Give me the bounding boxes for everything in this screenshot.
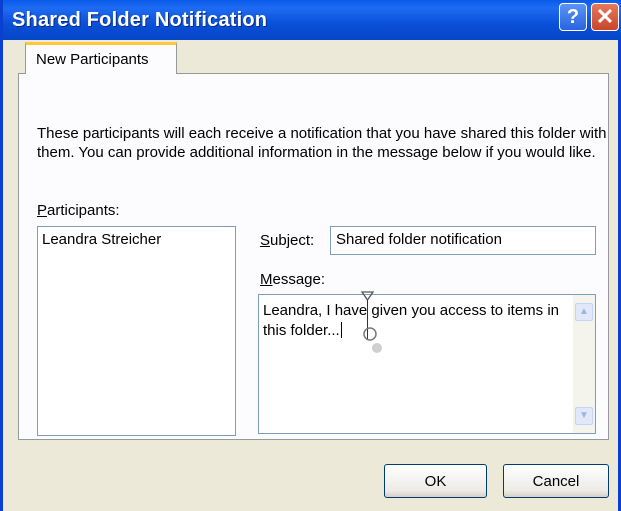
help-button[interactable]: ? xyxy=(559,3,587,31)
participants-list[interactable]: Leandra Streicher xyxy=(37,226,236,436)
message-access-key: M xyxy=(260,271,273,288)
message-label: Message: xyxy=(260,271,325,288)
tab-new-participants[interactable]: New Participants xyxy=(25,42,177,74)
ok-button[interactable]: OK xyxy=(384,464,487,498)
tab-label: New Participants xyxy=(36,51,149,68)
message-textarea[interactable]: Leandra, I have given you access to item… xyxy=(258,294,596,434)
subject-label: Subject: xyxy=(260,232,314,249)
participants-label: Participants: xyxy=(37,202,120,219)
intro-text: These participants will each receive a n… xyxy=(37,125,607,161)
subject-access-key: S xyxy=(260,232,271,249)
message-value: Leandra, I have given you access to item… xyxy=(263,302,560,339)
text-cursor-icon xyxy=(360,291,382,353)
title-bar[interactable]: Shared Folder Notification ? ✕ xyxy=(3,0,621,40)
window-title: Shared Folder Notification xyxy=(12,9,268,31)
subject-input[interactable]: Shared folder notification xyxy=(330,226,596,255)
participants-label-text: articipants: xyxy=(47,202,120,219)
text-caret xyxy=(340,322,342,338)
scroll-up-arrow-icon[interactable]: ▲ xyxy=(575,303,593,321)
cancel-button[interactable]: Cancel xyxy=(503,464,609,498)
participants-access-key: P xyxy=(37,202,48,219)
subject-label-text: ubject: xyxy=(270,232,315,249)
message-text: Leandra, I have given you access to item… xyxy=(263,301,563,341)
close-button[interactable]: ✕ xyxy=(591,3,619,31)
dialog-window: Shared Folder Notification ? ✕ New Parti… xyxy=(0,0,621,511)
help-icon: ? xyxy=(566,6,580,28)
participant-item[interactable]: Leandra Streicher xyxy=(42,231,231,248)
message-label-text: essage: xyxy=(272,271,326,288)
message-scrollbar[interactable]: ▲ ▼ xyxy=(573,295,595,433)
scroll-down-arrow-icon[interactable]: ▼ xyxy=(575,407,593,425)
close-icon: ✕ xyxy=(595,4,615,29)
